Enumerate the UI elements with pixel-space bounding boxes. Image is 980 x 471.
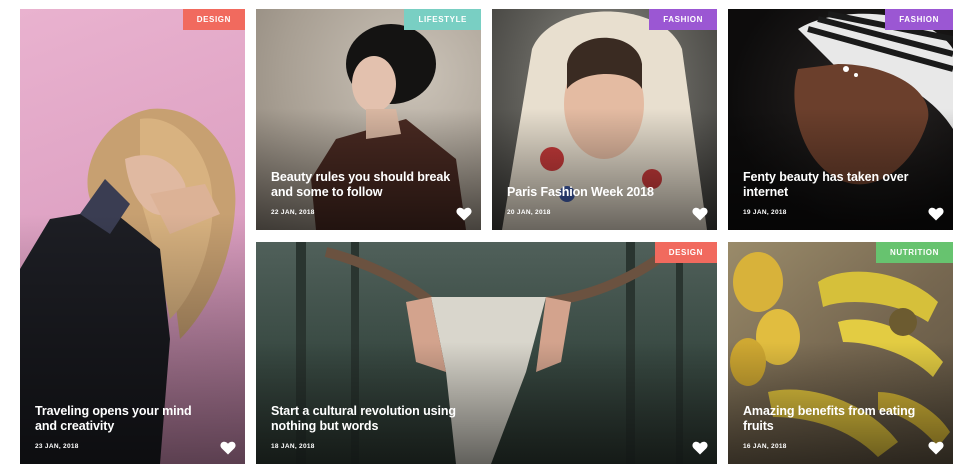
- post-date: 22 JAN, 2018: [271, 209, 315, 216]
- heart-icon[interactable]: [692, 441, 708, 455]
- post-title[interactable]: Amazing benefits from eating fruits: [743, 404, 923, 434]
- post-title[interactable]: Beauty rules you should break and some t…: [271, 170, 451, 200]
- category-badge[interactable]: FASHION: [885, 9, 953, 30]
- category-badge[interactable]: DESIGN: [182, 9, 245, 30]
- category-badge[interactable]: LIFESTYLE: [404, 9, 481, 30]
- post-title[interactable]: Start a cultural revolution using nothin…: [271, 404, 456, 434]
- category-badge[interactable]: NUTRITION: [876, 242, 953, 263]
- post-date: 18 JAN, 2018: [271, 443, 315, 450]
- post-date: 20 JAN, 2018: [507, 209, 551, 216]
- post-date: 19 JAN, 2018: [743, 209, 787, 216]
- post-card-cultural-revolution[interactable]: DESIGN Start a cultural revolution using…: [256, 242, 717, 464]
- image-overlay: [20, 9, 245, 464]
- post-date: 23 JAN, 2018: [35, 443, 79, 450]
- heart-icon[interactable]: [928, 207, 944, 221]
- post-card-paris-fashion[interactable]: FASHION Paris Fashion Week 2018 20 JAN, …: [492, 9, 717, 230]
- category-badge[interactable]: DESIGN: [654, 242, 717, 263]
- heart-icon[interactable]: [220, 441, 236, 455]
- post-date: 16 JAN, 2018: [743, 443, 787, 450]
- post-card-traveling[interactable]: DESIGN Traveling opens your mind and cre…: [20, 9, 245, 464]
- post-card-beauty-rules[interactable]: LIFESTYLE Beauty rules you should break …: [256, 9, 481, 230]
- post-title[interactable]: Fenty beauty has taken over internet: [743, 170, 923, 200]
- post-card-fenty-beauty[interactable]: FASHION Fenty beauty has taken over inte…: [728, 9, 953, 230]
- post-title[interactable]: Traveling opens your mind and creativity: [35, 404, 215, 434]
- post-title[interactable]: Paris Fashion Week 2018: [507, 185, 687, 200]
- heart-icon[interactable]: [928, 441, 944, 455]
- heart-icon[interactable]: [456, 207, 472, 221]
- post-card-fruits-benefits[interactable]: NUTRITION Amazing benefits from eating f…: [728, 242, 953, 464]
- heart-icon[interactable]: [692, 207, 708, 221]
- category-badge[interactable]: FASHION: [649, 9, 717, 30]
